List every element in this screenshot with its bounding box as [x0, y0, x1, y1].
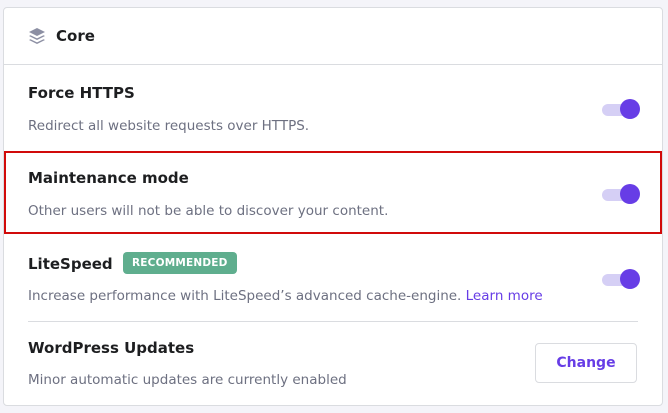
force-https-toggle[interactable] [602, 99, 642, 119]
toggle-knob [620, 269, 640, 289]
litespeed-desc-text: Increase performance with LiteSpeed’s ad… [28, 288, 466, 304]
card-header: Core [4, 8, 662, 65]
layers-icon [28, 27, 46, 45]
setting-desc-wordpress-updates: Minor automatic updates are currently en… [28, 372, 347, 388]
setting-title-litespeed: LiteSpeed [28, 255, 113, 273]
learn-more-link[interactable]: Learn more [466, 288, 543, 304]
row-divider [28, 321, 638, 322]
recommended-badge: RECOMMENDED [123, 252, 237, 274]
setting-desc-force-https: Redirect all website requests over HTTPS… [28, 118, 310, 134]
setting-desc-litespeed: Increase performance with LiteSpeed’s ad… [28, 288, 543, 304]
litespeed-toggle[interactable] [602, 269, 642, 289]
setting-title-wordpress-updates: WordPress Updates [28, 339, 195, 357]
highlight-box [4, 151, 662, 234]
change-button[interactable]: Change [535, 343, 637, 383]
setting-title-force-https: Force HTTPS [28, 84, 135, 102]
toggle-knob [620, 99, 640, 119]
card-title: Core [56, 27, 95, 45]
